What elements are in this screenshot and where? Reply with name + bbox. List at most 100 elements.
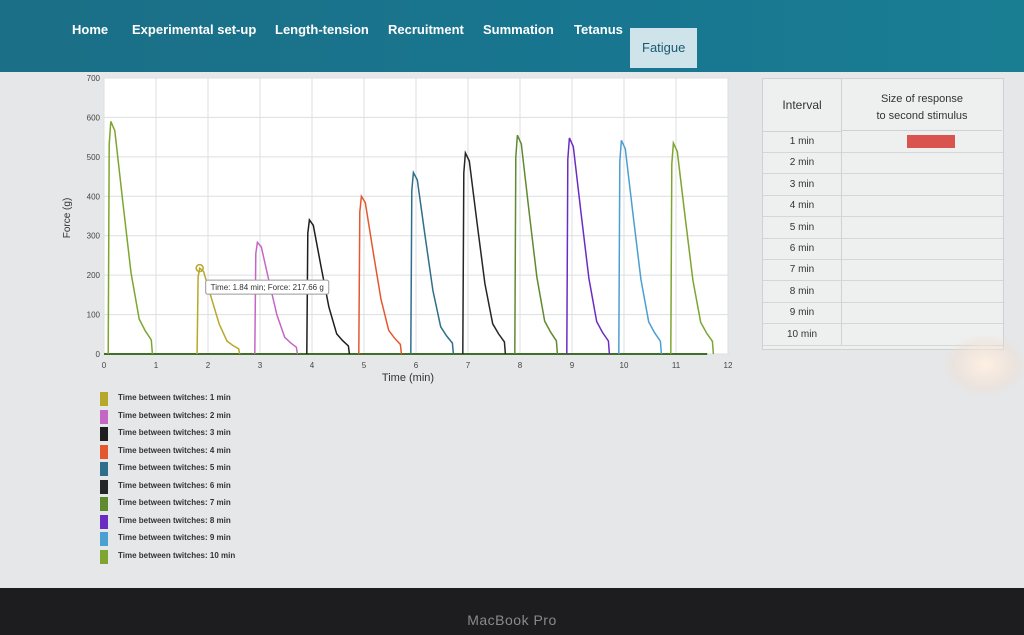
legend-item[interactable]: Time between twitches: 5 min bbox=[100, 460, 320, 478]
tab-home[interactable]: Home bbox=[72, 22, 108, 44]
table-row: 6 min bbox=[763, 238, 1003, 260]
legend-swatch bbox=[100, 514, 108, 529]
table-row: 3 min bbox=[763, 173, 1003, 196]
row-interval: 6 min bbox=[763, 238, 842, 259]
row-value-cell[interactable] bbox=[907, 306, 955, 319]
legend-item[interactable]: Time between twitches: 10 min bbox=[100, 548, 320, 566]
legend-label: Time between twitches: 5 min bbox=[118, 463, 231, 472]
row-value-cell[interactable] bbox=[907, 199, 955, 212]
row-interval: 4 min bbox=[763, 195, 842, 217]
x-tick-label: 7 bbox=[466, 361, 471, 370]
legend-label: Time between twitches: 10 min bbox=[118, 550, 236, 560]
x-tick-label: 1 bbox=[154, 361, 159, 370]
app-screen: Home Experimental set-up Length-tension … bbox=[0, 0, 1024, 588]
legend-item[interactable]: Time between twitches: 7 min bbox=[100, 495, 320, 513]
legend-label: Time between twitches: 3 min bbox=[118, 428, 231, 437]
legend-swatch bbox=[100, 444, 108, 459]
row-value-cell[interactable] bbox=[907, 156, 955, 169]
table-row: 8 min bbox=[763, 280, 1003, 303]
y-tick-label: 600 bbox=[87, 113, 101, 122]
legend-label: Time between twitches: 1 min bbox=[118, 393, 231, 402]
y-tick-label: 400 bbox=[87, 192, 101, 201]
y-axis-label: Force (g) bbox=[62, 198, 73, 239]
legend-swatch bbox=[100, 462, 108, 476]
row-interval: 9 min bbox=[763, 302, 842, 324]
y-tick-label: 300 bbox=[87, 232, 101, 241]
table-header-interval: Interval bbox=[763, 79, 842, 132]
y-tick-label: 100 bbox=[87, 311, 101, 320]
row-value-cell[interactable] bbox=[907, 178, 955, 191]
tab-tetanus[interactable]: Tetanus bbox=[574, 22, 623, 44]
legend-item[interactable]: Time between twitches: 8 min bbox=[100, 513, 320, 531]
table-row: 2 min bbox=[763, 152, 1003, 175]
x-tick-label: 6 bbox=[414, 361, 419, 370]
legend-swatch bbox=[100, 427, 108, 441]
legend-label: Time between twitches: 2 min bbox=[118, 410, 231, 420]
row-interval: 1 min bbox=[763, 131, 842, 152]
y-tick-label: 700 bbox=[87, 74, 101, 83]
row-interval: 5 min bbox=[763, 216, 842, 238]
x-axis-label: Time (min) bbox=[382, 372, 434, 384]
table-row: 4 min bbox=[763, 195, 1003, 218]
y-tick-label: 0 bbox=[96, 350, 101, 359]
row-value-cell[interactable] bbox=[907, 221, 955, 234]
row-interval: 7 min bbox=[763, 259, 842, 281]
row-value-cell[interactable] bbox=[907, 263, 955, 276]
row-interval: 2 min bbox=[763, 152, 842, 174]
legend-label: Time between twitches: 4 min bbox=[118, 445, 231, 455]
x-tick-label: 12 bbox=[724, 361, 732, 370]
legend-item[interactable]: Time between twitches: 4 min bbox=[100, 443, 320, 461]
tab-recruitment[interactable]: Recruitment bbox=[388, 22, 464, 44]
legend-item[interactable]: Time between twitches: 3 min bbox=[100, 425, 320, 443]
x-tick-label: 2 bbox=[206, 361, 211, 370]
legend-swatch bbox=[100, 479, 108, 494]
row-value-cell[interactable] bbox=[907, 135, 955, 148]
x-tick-label: 11 bbox=[672, 361, 681, 370]
row-interval: 8 min bbox=[763, 280, 842, 302]
x-tick-label: 5 bbox=[362, 361, 367, 370]
legend-swatch bbox=[100, 392, 108, 406]
row-value-cell[interactable] bbox=[907, 242, 955, 255]
legend-item[interactable]: Time between twitches: 9 min bbox=[100, 530, 320, 548]
legend-label: Time between twitches: 8 min bbox=[118, 515, 231, 525]
y-tick-label: 500 bbox=[87, 153, 101, 162]
legend-item[interactable]: Time between twitches: 2 min bbox=[100, 408, 320, 426]
screen-glare bbox=[945, 335, 1024, 395]
legend-label: Time between twitches: 7 min bbox=[118, 498, 231, 507]
table-row: 1 min bbox=[763, 131, 1003, 153]
legend-swatch bbox=[100, 549, 108, 564]
device-label: MacBook Pro bbox=[467, 612, 557, 628]
tab-length-tension[interactable]: Length-tension bbox=[275, 22, 369, 44]
x-tick-label: 8 bbox=[518, 361, 523, 370]
table-header-size-line2: to second stimulus bbox=[876, 110, 968, 122]
tooltip: Time: 1.84 min; Force: 217.66 g bbox=[205, 279, 330, 295]
legend-label: Time between twitches: 9 min bbox=[118, 533, 231, 542]
force-time-chart: 0 1 2 3 4 5 6 7 8 9 10 11 12 0 100 200 300 400 500 600 700 T… bbox=[52, 48, 733, 398]
row-interval: 10 min bbox=[763, 323, 842, 345]
x-tick-label: 3 bbox=[258, 361, 263, 370]
legend-swatch bbox=[100, 532, 108, 546]
legend-label: Time between twitches: 6 min bbox=[118, 480, 231, 490]
results-table: Interval Size of response to second stim… bbox=[762, 78, 1004, 350]
tab-summation[interactable]: Summation bbox=[483, 22, 554, 44]
row-interval: 3 min bbox=[763, 173, 842, 195]
chart-legend: Time between twitches: 1 min Time between… bbox=[100, 390, 320, 565]
x-tick-label: 10 bbox=[620, 361, 629, 370]
x-tick-label: 4 bbox=[310, 361, 315, 370]
chart-svg: 0 1 2 3 4 5 6 7 8 9 10 11 120100200300400500600700 T… bbox=[62, 74, 733, 384]
table-row: 9 min bbox=[763, 302, 1003, 325]
x-tick-label: 9 bbox=[570, 361, 575, 370]
tab-experimental-setup[interactable]: Experimental set-up bbox=[132, 22, 256, 44]
table-row: 5 min bbox=[763, 216, 1003, 239]
table-row: 7 min bbox=[763, 259, 1003, 282]
legend-item[interactable]: Time between twitches: 6 min bbox=[100, 478, 320, 496]
legend-swatch bbox=[100, 409, 108, 424]
legend-swatch bbox=[100, 497, 108, 511]
legend-item[interactable]: Time between twitches: 1 min bbox=[100, 390, 320, 408]
y-tick-label: 200 bbox=[87, 271, 101, 280]
x-tick-label: 0 bbox=[102, 361, 107, 370]
tooltip-text: Time: 1.84 min; Force: 217.66 g bbox=[211, 283, 324, 292]
table-header-size-line1: Size of response bbox=[881, 93, 963, 105]
row-value-cell[interactable] bbox=[907, 285, 955, 298]
table-header-size: Size of response to second stimulus bbox=[842, 79, 1002, 131]
